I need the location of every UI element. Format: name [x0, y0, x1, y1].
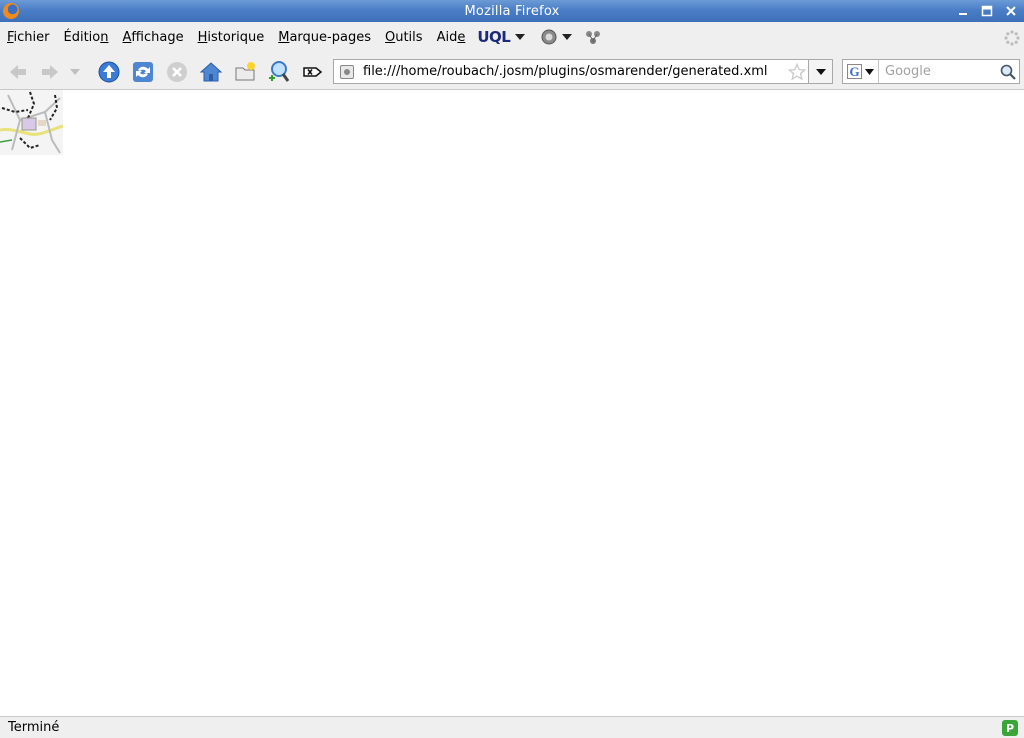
url-bar	[333, 59, 833, 84]
maximize-button[interactable]	[978, 2, 996, 20]
throbber-icon	[1004, 30, 1020, 46]
window-title: Mozilla Firefox	[464, 3, 560, 19]
window-controls	[954, 2, 1020, 20]
title-bar: Mozilla Firefox	[0, 0, 1024, 22]
search-bar: G	[842, 59, 1020, 84]
search-engine-button[interactable]: G	[843, 60, 879, 83]
upload-button[interactable]	[97, 60, 121, 84]
clear-button[interactable]	[300, 60, 324, 84]
clear-icon	[303, 67, 323, 77]
menu-marque-pages[interactable]: Marque-pages	[278, 30, 371, 45]
maximize-icon	[981, 5, 993, 17]
molecule-icon	[586, 31, 601, 44]
zoom-search-icon	[269, 61, 290, 82]
close-icon	[1006, 6, 1016, 16]
uql-label: UQL	[477, 28, 511, 46]
uql-menu[interactable]: UQL	[477, 28, 526, 46]
menu-historique[interactable]: Historique	[198, 30, 265, 45]
new-bookmark-icon	[235, 62, 255, 81]
chevron-down-icon	[562, 34, 573, 40]
url-dropdown-button[interactable]	[808, 60, 832, 83]
map-image[interactable]	[0, 90, 63, 155]
plugin-status-icon[interactable]: P	[1002, 720, 1018, 736]
globe-icon	[541, 29, 557, 45]
stop-icon	[167, 62, 187, 82]
search-icon[interactable]	[999, 63, 1017, 81]
google-icon: G	[847, 64, 862, 79]
search-input[interactable]	[885, 64, 995, 79]
page-identity-icon[interactable]	[340, 64, 354, 79]
menu-edition[interactable]: Édition	[64, 30, 109, 45]
history-dropdown-button[interactable]	[67, 60, 83, 84]
menu-affichage[interactable]: Affichage	[123, 30, 184, 45]
menu-bar: Fichier Édition Affichage Historique Mar…	[0, 22, 1024, 52]
home-icon	[199, 62, 223, 82]
home-button[interactable]	[199, 60, 223, 84]
menu-fichier[interactable]: Fichier	[7, 30, 50, 45]
chevron-down-icon	[815, 68, 826, 75]
minimize-icon	[959, 13, 967, 15]
new-bookmark-button[interactable]	[233, 60, 257, 84]
firefox-logo-icon[interactable]	[3, 3, 19, 19]
history-dropdown-icon	[70, 69, 80, 75]
extension-button[interactable]	[585, 29, 601, 45]
page-content	[0, 90, 1024, 716]
extension-menu[interactable]	[540, 28, 573, 46]
menu-aide[interactable]: Aide	[437, 30, 466, 45]
file-icon	[344, 68, 350, 75]
reload-icon	[133, 62, 153, 82]
back-icon	[10, 65, 26, 79]
chevron-down-icon	[515, 34, 526, 40]
forward-button[interactable]	[38, 60, 62, 84]
status-text: Terminé	[8, 720, 60, 735]
upload-icon	[98, 61, 120, 83]
menu-outils[interactable]: Outils	[385, 30, 423, 45]
reload-button[interactable]	[131, 60, 155, 84]
zoom-search-button[interactable]	[266, 60, 290, 84]
bookmark-star-icon[interactable]	[788, 63, 806, 81]
stop-button[interactable]	[165, 60, 189, 84]
close-button[interactable]	[1002, 2, 1020, 20]
forward-icon	[42, 65, 58, 79]
url-input[interactable]	[363, 64, 793, 79]
status-bar: Terminé P	[0, 716, 1024, 738]
chevron-down-icon	[865, 68, 874, 75]
minimize-button[interactable]	[954, 2, 972, 20]
back-button[interactable]	[6, 60, 30, 84]
